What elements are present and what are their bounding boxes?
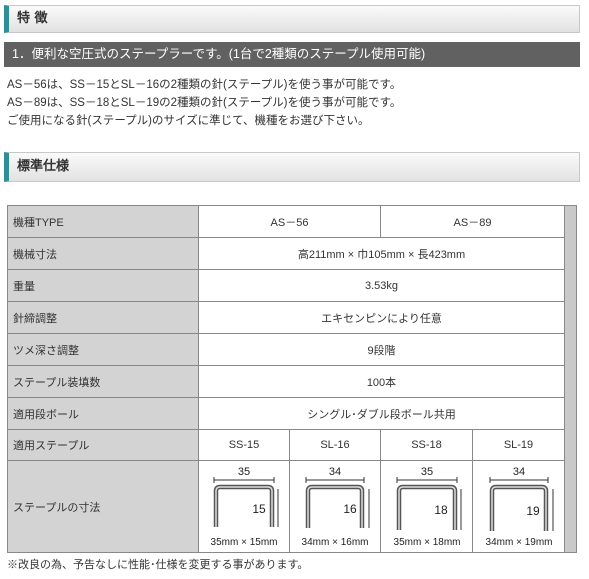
staple-diagram: 35 15 35mm × 15mm	[211, 466, 279, 548]
staple-leg-label: 19	[526, 504, 540, 518]
row-label: 重量	[7, 269, 199, 302]
staple-width-label: 34	[329, 466, 341, 478]
staple-type: SS-15	[198, 429, 290, 461]
staple-leg-label: 16	[343, 502, 357, 516]
table-row: ステープルの寸法 35 15 35mm × 15mm 34 16 34mm × …	[7, 460, 577, 553]
staple-size-cell: 35 15 35mm × 15mm	[198, 460, 290, 553]
staple-width-label: 35	[420, 466, 432, 478]
staple-size-caption: 34mm × 19mm	[485, 537, 552, 548]
row-label: ステープル装填数	[7, 365, 199, 398]
table-row: ツメ深さ調整 9段階	[7, 333, 577, 366]
row-label: ステープルの寸法	[7, 460, 199, 553]
row-value: 9段階	[198, 333, 565, 366]
row-value: 100本	[198, 365, 565, 398]
feature-line: ご使用になる針(ステープル)のサイズに準じて、機種をお選び下さい。	[7, 115, 370, 127]
row-value: 3.53kg	[198, 269, 565, 302]
features-title: 特 徴	[17, 11, 48, 26]
model-as89: AS－89	[380, 205, 565, 238]
scrollbar[interactable]	[564, 205, 577, 553]
feature-description: AS－56は、SS－15とSL－16の2種類の針(ステープル)を使う事が可能です…	[7, 76, 582, 130]
feature-line: AS－56は、SS－15とSL－16の2種類の針(ステープル)を使う事が可能です…	[7, 79, 402, 91]
table-row: 適用段ボール シングル･ダブル段ボール共用	[7, 397, 577, 430]
row-label: 適用ステープル	[7, 429, 199, 461]
feature-subheading: 1．便利な空圧式のステープラーです。(1台で2種類のステープル使用可能)	[4, 42, 580, 67]
table-row: 機種TYPE AS－56 AS－89	[7, 205, 577, 553]
specs-title: 標準仕様	[17, 159, 70, 174]
staple-width-label: 35	[238, 466, 250, 478]
row-label: 針締調整	[7, 301, 199, 334]
staple-leg-label: 15	[252, 502, 266, 516]
table-row: 針締調整 エキセンピンにより任意	[7, 301, 577, 334]
feature-line: AS－89は、SS－18とSL－19の2種類の針(ステープル)を使う事が可能です…	[7, 97, 402, 109]
row-label: 適用段ボール	[7, 397, 199, 430]
staple-diagram: 34 19 34mm × 19mm	[485, 466, 553, 548]
row-value: シングル･ダブル段ボール共用	[198, 397, 565, 430]
model-as56: AS－56	[198, 205, 381, 238]
disclaimer-note: ※改良の為、予告なしに性能･仕様を変更する事があります。	[7, 559, 309, 571]
row-label: 機種TYPE	[7, 205, 199, 238]
row-value: 高211mm × 巾105mm × 長423mm	[198, 237, 565, 270]
row-label: 機械寸法	[7, 237, 199, 270]
staple-size-cell: 35 18 35mm × 18mm	[380, 460, 473, 553]
table-row: 機械寸法 高211mm × 巾105mm × 長423mm	[7, 237, 577, 270]
staple-diagram: 35 18 35mm × 18mm	[393, 466, 461, 548]
specs-header: 標準仕様	[4, 152, 580, 182]
spec-table: 機種TYPE AS－56 AS－89 機械寸法 高211mm × 巾105mm …	[7, 205, 577, 553]
table-row: 適用ステープル SS-15 SL-16 SS-18 SL-19	[7, 429, 577, 461]
features-header: 特 徴	[4, 5, 580, 33]
staple-type: SL-16	[289, 429, 381, 461]
table-row: 重量 3.53kg	[7, 269, 577, 302]
table-row: ステープル装填数 100本	[7, 365, 577, 398]
staple-diagram: 34 16 34mm × 16mm	[302, 466, 370, 548]
row-value: エキセンピンにより任意	[198, 301, 565, 334]
staple-size-cell: 34 19 34mm × 19mm	[472, 460, 565, 553]
staple-type: SL-19	[472, 429, 565, 461]
staple-size-cell: 34 16 34mm × 16mm	[289, 460, 381, 553]
staple-size-caption: 35mm × 18mm	[393, 537, 460, 548]
staple-size-caption: 35mm × 15mm	[211, 537, 278, 548]
staple-width-label: 34	[512, 466, 524, 478]
row-label: ツメ深さ調整	[7, 333, 199, 366]
staple-leg-label: 18	[434, 503, 448, 517]
staple-type: SS-18	[380, 429, 473, 461]
staple-size-caption: 34mm × 16mm	[302, 537, 369, 548]
